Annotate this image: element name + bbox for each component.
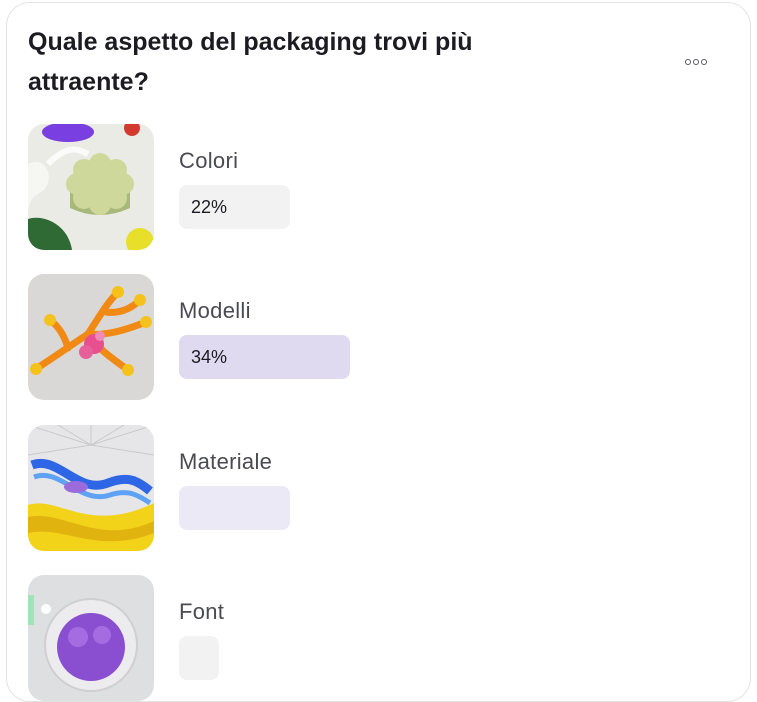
purple-fluff-image	[28, 575, 154, 701]
poll-option-font[interactable]: Font	[28, 575, 728, 701]
option-label: Font	[179, 599, 225, 624]
percent-label: 34%	[191, 346, 228, 367]
result-bar: 34%	[179, 335, 350, 379]
poll-option-colori[interactable]: Colori 22%	[28, 124, 728, 250]
poll-question: Quale aspetto del packaging trovi più at…	[28, 28, 473, 96]
blue-yellow-wave-image	[28, 425, 154, 551]
option-label: Modelli	[179, 298, 251, 323]
result-bar: 22%	[179, 185, 290, 229]
percent-label: 22%	[191, 196, 228, 217]
more-options-icon[interactable]	[680, 52, 712, 72]
result-bar	[179, 636, 219, 680]
option-label: Materiale	[179, 449, 273, 474]
result-bar	[179, 486, 290, 530]
orange-coral-image	[28, 274, 154, 400]
poll-option-materiale[interactable]: Materiale	[28, 425, 728, 551]
option-label: Colori	[179, 148, 239, 173]
green-flower-shape-image	[28, 124, 154, 250]
poll-option-modelli[interactable]: Modelli 34%	[28, 274, 728, 400]
